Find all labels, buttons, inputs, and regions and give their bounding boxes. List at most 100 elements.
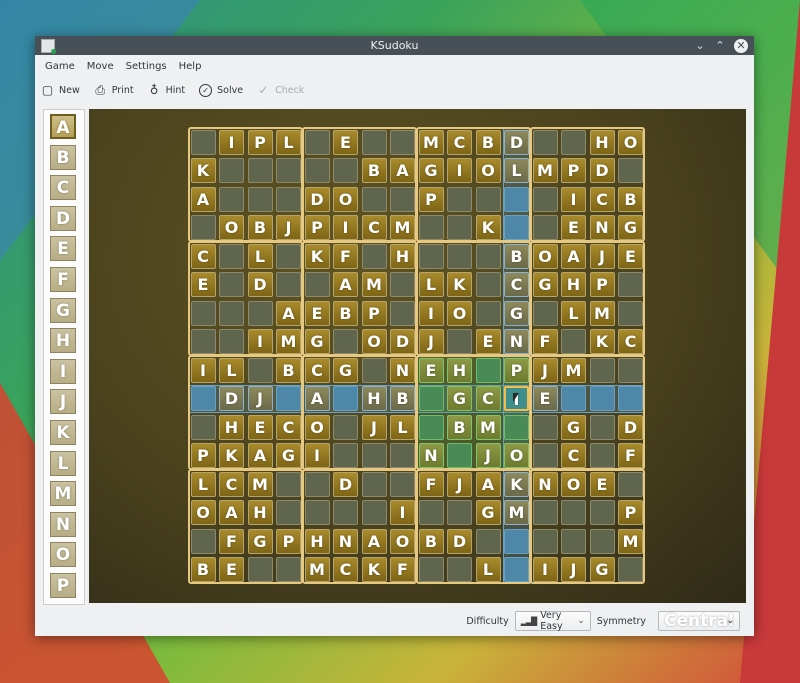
- cell-r3-c2[interactable]: [219, 186, 244, 212]
- symbol-g[interactable]: G: [50, 297, 76, 323]
- cell-r12-c11[interactable]: J: [475, 443, 501, 468]
- cell-r5-c5[interactable]: K: [304, 243, 330, 269]
- cell-r6-c5[interactable]: [304, 272, 330, 297]
- cell-r7-c8[interactable]: [390, 300, 415, 326]
- cell-r8-c4[interactable]: M: [276, 329, 301, 354]
- cell-r14-c16[interactable]: P: [618, 500, 643, 525]
- cell-r15-c3[interactable]: G: [247, 528, 273, 554]
- cell-r11-c10[interactable]: B: [447, 414, 472, 440]
- cell-r10-c13[interactable]: E: [532, 386, 558, 411]
- cell-r9-c5[interactable]: C: [304, 357, 330, 383]
- cell-r10-c10[interactable]: G: [447, 386, 472, 411]
- cell-r2-c6[interactable]: [333, 158, 358, 183]
- symbol-h[interactable]: H: [50, 328, 76, 354]
- symbol-d[interactable]: D: [50, 205, 76, 231]
- cell-r12-c2[interactable]: K: [219, 443, 244, 468]
- cell-r9-c15[interactable]: [589, 357, 615, 383]
- cell-r13-c16[interactable]: [618, 471, 643, 497]
- cell-r12-c7[interactable]: [361, 443, 387, 468]
- cell-r15-c15[interactable]: [589, 528, 615, 554]
- cell-r3-c1[interactable]: A: [190, 186, 216, 212]
- cell-r5-c16[interactable]: E: [618, 243, 643, 269]
- cell-r15-c8[interactable]: O: [390, 528, 415, 554]
- cell-r16-c12[interactable]: [504, 557, 529, 582]
- cell-r4-c1[interactable]: [190, 215, 216, 240]
- cell-r16-c14[interactable]: J: [561, 557, 586, 582]
- cell-r9-c6[interactable]: G: [333, 357, 358, 383]
- cell-r7-c1[interactable]: [190, 300, 216, 326]
- cell-r8-c15[interactable]: K: [589, 329, 615, 354]
- cell-r9-c7[interactable]: [361, 357, 387, 383]
- close-icon[interactable]: ✕: [734, 38, 748, 53]
- cell-r1-c10[interactable]: C: [447, 129, 472, 155]
- cell-r3-c11[interactable]: [475, 186, 501, 212]
- menu-move[interactable]: Move: [81, 61, 120, 72]
- cell-r14-c1[interactable]: O: [190, 500, 216, 525]
- cell-r4-c7[interactable]: C: [361, 215, 387, 240]
- cell-r16-c9[interactable]: [418, 557, 444, 582]
- cell-r10-c11[interactable]: C: [475, 386, 501, 411]
- cell-r10-c9[interactable]: [418, 386, 444, 411]
- cell-r16-c16[interactable]: [618, 557, 643, 582]
- cell-r6-c9[interactable]: L: [418, 272, 444, 297]
- cell-r12-c1[interactable]: P: [190, 443, 216, 468]
- app-icon[interactable]: [41, 39, 56, 54]
- cell-r13-c3[interactable]: M: [247, 471, 273, 497]
- cell-r13-c11[interactable]: A: [475, 471, 501, 497]
- cell-r9-c9[interactable]: E: [418, 357, 444, 383]
- cell-r1-c2[interactable]: I: [219, 129, 244, 155]
- cell-r9-c12[interactable]: P: [504, 357, 529, 383]
- cell-r13-c1[interactable]: L: [190, 471, 216, 497]
- cell-r3-c5[interactable]: D: [304, 186, 330, 212]
- cell-r3-c12[interactable]: [504, 186, 529, 212]
- cell-r8-c2[interactable]: [219, 329, 244, 354]
- cell-r13-c7[interactable]: [361, 471, 387, 497]
- print-button[interactable]: ⎙ Print: [94, 83, 133, 98]
- cell-r6-c2[interactable]: [219, 272, 244, 297]
- cell-r7-c16[interactable]: [618, 300, 643, 326]
- cell-r3-c13[interactable]: [532, 186, 558, 212]
- cell-r16-c7[interactable]: K: [361, 557, 387, 582]
- cell-r8-c13[interactable]: F: [532, 329, 558, 354]
- cell-r14-c3[interactable]: H: [247, 500, 273, 525]
- cell-r14-c2[interactable]: A: [219, 500, 244, 525]
- maximize-icon[interactable]: ⌃: [714, 36, 726, 55]
- cell-r11-c6[interactable]: [333, 414, 358, 440]
- cell-r12-c8[interactable]: [390, 443, 415, 468]
- cell-r3-c14[interactable]: I: [561, 186, 586, 212]
- cell-r5-c15[interactable]: J: [589, 243, 615, 269]
- cell-r14-c7[interactable]: [361, 500, 387, 525]
- cell-r9-c11[interactable]: [475, 357, 501, 383]
- cell-r12-c15[interactable]: [589, 443, 615, 468]
- cell-r7-c4[interactable]: A: [276, 300, 301, 326]
- cell-r12-c9[interactable]: N: [418, 443, 444, 468]
- cell-r15-c9[interactable]: B: [418, 528, 444, 554]
- cell-r3-c16[interactable]: B: [618, 186, 643, 212]
- cell-r8-c14[interactable]: [561, 329, 586, 354]
- cell-r7-c6[interactable]: B: [333, 300, 358, 326]
- cell-r6-c16[interactable]: [618, 272, 643, 297]
- cell-r5-c8[interactable]: H: [390, 243, 415, 269]
- cell-r16-c11[interactable]: L: [475, 557, 501, 582]
- cell-r15-c5[interactable]: H: [304, 528, 330, 554]
- cell-r1-c5[interactable]: [304, 129, 330, 155]
- cell-r10-c16[interactable]: [618, 386, 643, 411]
- cell-r11-c12[interactable]: [504, 414, 529, 440]
- cell-r6-c3[interactable]: D: [247, 272, 273, 297]
- cell-r4-c13[interactable]: [532, 215, 558, 240]
- cell-r11-c11[interactable]: M: [475, 414, 501, 440]
- cell-r9-c13[interactable]: J: [532, 357, 558, 383]
- cell-r14-c6[interactable]: [333, 500, 358, 525]
- cell-r7-c10[interactable]: O: [447, 300, 472, 326]
- cell-r5-c14[interactable]: A: [561, 243, 586, 269]
- cell-r12-c12[interactable]: O: [504, 443, 529, 468]
- cell-r3-c8[interactable]: [390, 186, 415, 212]
- cell-r14-c5[interactable]: [304, 500, 330, 525]
- cell-r16-c4[interactable]: [276, 557, 301, 582]
- cell-r1-c9[interactable]: M: [418, 129, 444, 155]
- symbol-e[interactable]: E: [50, 236, 76, 262]
- cell-r5-c3[interactable]: L: [247, 243, 273, 269]
- cell-r13-c4[interactable]: [276, 471, 301, 497]
- cell-r8-c3[interactable]: I: [247, 329, 273, 354]
- cell-r6-c13[interactable]: G: [532, 272, 558, 297]
